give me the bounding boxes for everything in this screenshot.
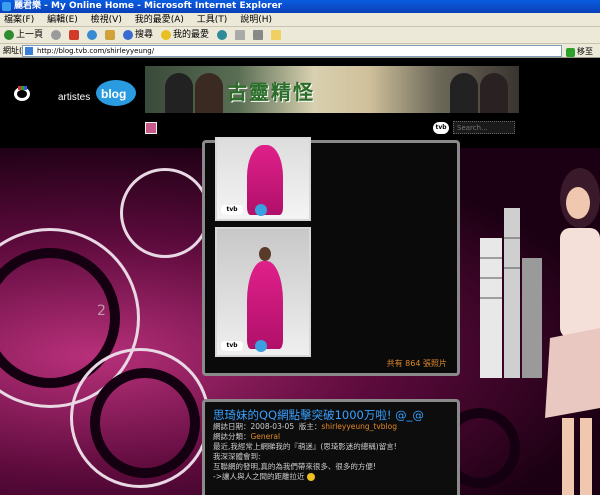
logo-tvb-text: tvb bbox=[32, 88, 52, 103]
blog-watermark-icon bbox=[255, 204, 267, 216]
decorative-buildings bbox=[480, 208, 542, 378]
home-icon bbox=[105, 30, 116, 40]
go-button[interactable]: 移至 bbox=[566, 45, 593, 59]
refresh-icon bbox=[87, 30, 98, 40]
smiley-icon bbox=[306, 473, 315, 481]
menu-tools[interactable]: 工具(T) bbox=[197, 15, 228, 25]
search-button[interactable]: 搜尋 bbox=[123, 27, 153, 44]
page-icon bbox=[25, 47, 33, 55]
post-title[interactable]: 思琦妹的QQ網點擊突破1000万啦! @_@ bbox=[213, 408, 449, 422]
menu-bar: 檔案(F) 編輯(E) 檢視(V) 我的最愛(A) 工具(T) 說明(H) bbox=[0, 13, 600, 27]
menu-help[interactable]: 說明(H) bbox=[240, 15, 272, 25]
mail-button[interactable] bbox=[235, 30, 246, 40]
back-button[interactable]: 上一頁 bbox=[4, 27, 43, 44]
toolbar: 上一頁 搜尋 我的最愛 bbox=[0, 27, 600, 44]
post-body-line: 最近,我經常上網睇我的『萌迷』(思琦影迷的總稱)留言! bbox=[213, 442, 397, 451]
tvb-watermark: tvb bbox=[221, 341, 243, 351]
nav-strip: tvb bbox=[145, 120, 519, 136]
post-category-link[interactable]: General bbox=[251, 432, 281, 441]
tvb-watermark: tvb bbox=[221, 205, 243, 215]
post-body-line: 互聯網的發明,真的為我們帶來很多、很多的方便! bbox=[213, 462, 376, 471]
favorites-button[interactable]: 我的最愛 bbox=[161, 27, 209, 44]
post-body-line: ->讓人與人之間的距離拉近 bbox=[213, 472, 449, 482]
photo-thumbnail[interactable]: tvb bbox=[215, 137, 311, 221]
history-button[interactable] bbox=[217, 30, 228, 40]
search-input[interactable] bbox=[453, 121, 515, 134]
address-url: http://blog.tvb.com/shirleyyeung/ bbox=[37, 47, 155, 55]
history-icon bbox=[217, 30, 228, 40]
post-date: 2008-03-05 bbox=[250, 422, 295, 431]
star-icon bbox=[161, 30, 172, 40]
stop-button[interactable] bbox=[69, 30, 80, 40]
decorative-artist-portrait bbox=[545, 168, 600, 495]
banner-title: 古靈精怪 bbox=[227, 80, 315, 104]
menu-file[interactable]: 檔案(F) bbox=[4, 15, 34, 25]
forward-button[interactable] bbox=[51, 30, 62, 40]
post-meta: 網誌日期：2008-03-05 版主：shirleyyeung_tvblog bbox=[213, 422, 397, 431]
back-arrow-icon bbox=[4, 30, 14, 40]
tvb-badge[interactable]: tvb bbox=[433, 122, 449, 134]
forward-arrow-icon bbox=[51, 30, 62, 40]
print-button[interactable] bbox=[253, 30, 264, 40]
edit-button[interactable] bbox=[271, 30, 282, 40]
window-title-bar: 麗君樂 - My Online Home - Microsoft Interne… bbox=[0, 0, 600, 13]
avatar[interactable] bbox=[145, 122, 157, 134]
photo-thumbnail[interactable]: tvb bbox=[215, 227, 311, 357]
ie-icon bbox=[2, 2, 11, 11]
blog-post: 思琦妹的QQ網點擊突破1000万啦! @_@ 網誌日期：2008-03-05 版… bbox=[202, 399, 460, 495]
post-body-line: 我深深體會到: bbox=[213, 452, 261, 461]
page-number: 2 bbox=[97, 303, 106, 319]
print-icon bbox=[253, 30, 264, 40]
post-owner-link[interactable]: shirleyyeung_tvblog bbox=[321, 422, 397, 431]
address-input[interactable]: http://blog.tvb.com/shirleyyeung/ bbox=[22, 45, 562, 57]
photo-gallery-panel: tvb tvb 共有 864 張照片 bbox=[202, 137, 460, 376]
window-title: 麗君樂 - My Online Home - Microsoft Interne… bbox=[14, 1, 283, 11]
menu-view[interactable]: 檢視(V) bbox=[91, 15, 122, 25]
mail-icon bbox=[235, 30, 246, 40]
menu-favorites[interactable]: 我的最愛(A) bbox=[135, 15, 184, 25]
search-icon bbox=[123, 30, 134, 40]
web-page: tvb artistes blog 古靈精怪 tvb 2 tvb tvb bbox=[0, 58, 600, 495]
header-banner: 古靈精怪 bbox=[145, 66, 519, 113]
photo-total-link[interactable]: 共有 864 張照片 bbox=[387, 358, 447, 369]
go-arrow-icon bbox=[566, 47, 575, 57]
refresh-button[interactable] bbox=[87, 30, 98, 40]
stop-icon bbox=[69, 30, 80, 40]
logo-artistes-text: artistes bbox=[58, 92, 90, 103]
home-button[interactable] bbox=[105, 30, 116, 40]
folder-icon bbox=[271, 30, 282, 40]
address-bar: 網址(D) http://blog.tvb.com/shirleyyeung/ … bbox=[0, 44, 600, 58]
tvb-artistes-blog-logo[interactable]: tvb artistes blog bbox=[12, 76, 138, 110]
blog-watermark-icon bbox=[255, 340, 267, 352]
menu-edit[interactable]: 編輯(E) bbox=[47, 15, 78, 25]
logo-blog-text: blog bbox=[101, 87, 126, 101]
